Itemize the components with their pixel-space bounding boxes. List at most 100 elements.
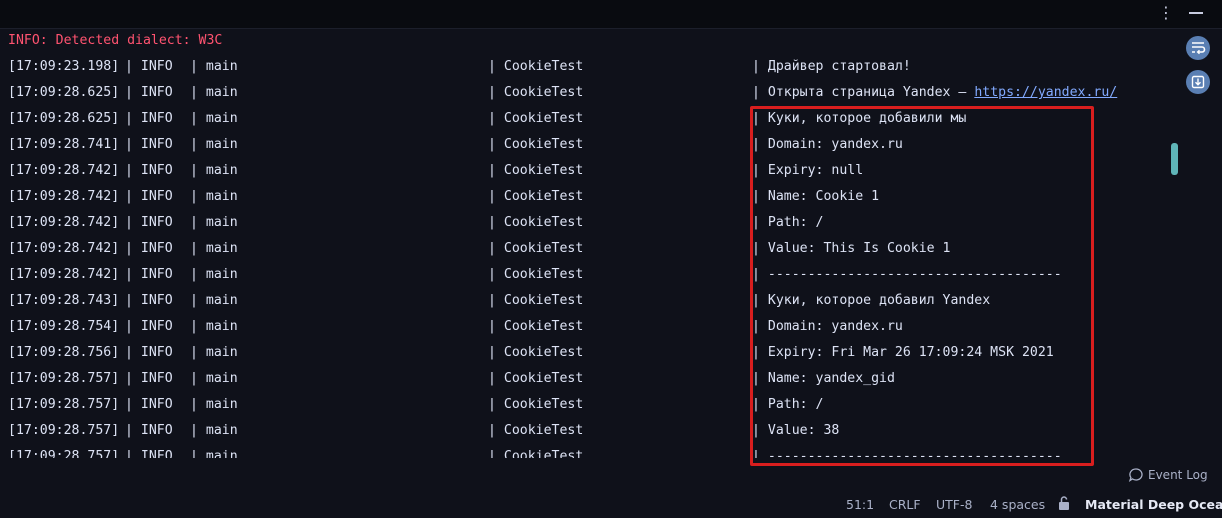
log-message: | Куки, которое добавили мы	[752, 111, 967, 126]
log-level: | INFO	[125, 215, 173, 230]
soft-wrap-button[interactable]	[1186, 36, 1210, 60]
console-warning-line: INFO: Detected dialect: W3C	[8, 33, 223, 48]
log-class: | CookieTest	[488, 189, 584, 204]
log-timestamp: [17:09:28.742]	[8, 267, 120, 282]
log-thread: | main	[190, 137, 238, 152]
log-class: | CookieTest	[488, 345, 584, 360]
log-level: | INFO	[125, 59, 173, 74]
log-level: | INFO	[125, 85, 173, 100]
log-level: | INFO	[125, 241, 173, 256]
log-message: | Path: /	[752, 215, 824, 230]
log-level: | INFO	[125, 267, 173, 282]
log-level: | INFO	[125, 293, 173, 308]
log-class: | CookieTest	[488, 449, 584, 458]
log-timestamp: [17:09:28.742]	[8, 163, 120, 178]
log-message: | -------------------------------------	[752, 449, 1062, 458]
log-timestamp: [17:09:28.757]	[8, 397, 120, 412]
log-message: | Expiry: Fri Mar 26 17:09:24 MSK 2021	[752, 345, 1054, 360]
log-thread: | main	[190, 293, 238, 308]
status-bar: 51:1 CRLF UTF-8 4 spaces Material Deep O…	[0, 492, 1222, 518]
kebab-icon[interactable]: ⋮	[1158, 3, 1174, 23]
log-message: | Value: 38	[752, 423, 840, 438]
log-thread: | main	[190, 267, 238, 282]
event-log-button[interactable]: Event Log	[1128, 466, 1208, 484]
log-thread: | main	[190, 163, 238, 178]
log-message-text: | Открыта страница Yandex –	[752, 85, 975, 100]
file-encoding[interactable]: UTF-8	[936, 497, 972, 512]
log-timestamp: [17:09:28.742]	[8, 189, 120, 204]
log-thread: | main	[190, 371, 238, 386]
scroll-to-end-button[interactable]	[1186, 70, 1210, 94]
log-thread: | main	[190, 319, 238, 334]
log-level: | INFO	[125, 137, 173, 152]
log-message: | Expiry: null	[752, 163, 864, 178]
theme-name[interactable]: Material Deep Ocean	[1085, 497, 1222, 512]
log-timestamp: [17:09:28.757]	[8, 371, 120, 386]
unlock-icon[interactable]	[1057, 495, 1071, 514]
log-message: | Драйвер стартовал!	[752, 59, 911, 74]
line-separator[interactable]: CRLF	[889, 497, 921, 512]
log-timestamp: [17:09:28.742]	[8, 241, 120, 256]
minus-icon[interactable]	[1189, 12, 1203, 14]
caret-position[interactable]: 51:1	[846, 497, 874, 512]
log-class: | CookieTest	[488, 137, 584, 152]
log-thread: | main	[190, 189, 238, 204]
log-thread: | main	[190, 85, 238, 100]
log-level: | INFO	[125, 371, 173, 386]
event-log-label: Event Log	[1148, 468, 1208, 482]
log-thread: | main	[190, 59, 238, 74]
console-output[interactable]: INFO: Detected dialect: W3C [17:09:23.19…	[0, 28, 1170, 458]
log-level: | INFO	[125, 111, 173, 126]
indent-setting[interactable]: 4 spaces	[990, 497, 1045, 512]
log-class: | CookieTest	[488, 163, 584, 178]
log-class: | CookieTest	[488, 397, 584, 412]
log-thread: | main	[190, 345, 238, 360]
tool-window-header: ⋮	[0, 0, 1222, 29]
log-timestamp: [17:09:28.625]	[8, 85, 120, 100]
log-thread: | main	[190, 397, 238, 412]
log-class: | CookieTest	[488, 371, 584, 386]
log-timestamp: [17:09:28.742]	[8, 215, 120, 230]
log-class: | CookieTest	[488, 215, 584, 230]
log-class: | CookieTest	[488, 267, 584, 282]
log-thread: | main	[190, 423, 238, 438]
log-timestamp: [17:09:28.743]	[8, 293, 120, 308]
log-message: | Value: This Is Cookie 1	[752, 241, 951, 256]
log-message: | Name: Cookie 1	[752, 189, 880, 204]
log-level: | INFO	[125, 189, 173, 204]
log-timestamp: [17:09:28.757]	[8, 423, 120, 438]
log-thread: | main	[190, 111, 238, 126]
log-class: | CookieTest	[488, 85, 584, 100]
log-level: | INFO	[125, 345, 173, 360]
log-message: | Domain: yandex.ru	[752, 137, 903, 152]
log-class: | CookieTest	[488, 293, 584, 308]
log-timestamp: [17:09:28.756]	[8, 345, 120, 360]
log-class: | CookieTest	[488, 423, 584, 438]
log-message: | Куки, которое добавил Yandex	[752, 293, 991, 308]
scrollbar-thumb[interactable]	[1171, 143, 1178, 175]
log-class: | CookieTest	[488, 319, 584, 334]
log-class: | CookieTest	[488, 111, 584, 126]
log-level: | INFO	[125, 449, 173, 458]
log-level: | INFO	[125, 423, 173, 438]
log-level: | INFO	[125, 319, 173, 334]
log-timestamp: [17:09:23.198]	[8, 59, 120, 74]
log-timestamp: [17:09:28.754]	[8, 319, 120, 334]
log-timestamp: [17:09:28.625]	[8, 111, 120, 126]
log-message: | Name: yandex_gid	[752, 371, 895, 386]
scroll-to-end-icon	[1191, 75, 1205, 89]
log-message: | Path: /	[752, 397, 824, 412]
log-link[interactable]: https://yandex.ru/	[974, 85, 1117, 100]
log-thread: | main	[190, 241, 238, 256]
log-level: | INFO	[125, 397, 173, 412]
log-timestamp: [17:09:28.757]	[8, 449, 120, 458]
log-thread: | main	[190, 215, 238, 230]
log-thread: | main	[190, 449, 238, 458]
log-class: | CookieTest	[488, 241, 584, 256]
log-message: | -------------------------------------	[752, 267, 1062, 282]
soft-wrap-icon	[1192, 42, 1206, 55]
event-log-icon	[1128, 468, 1143, 483]
log-timestamp: [17:09:28.741]	[8, 137, 120, 152]
log-level: | INFO	[125, 163, 173, 178]
log-message: | Domain: yandex.ru	[752, 319, 903, 334]
